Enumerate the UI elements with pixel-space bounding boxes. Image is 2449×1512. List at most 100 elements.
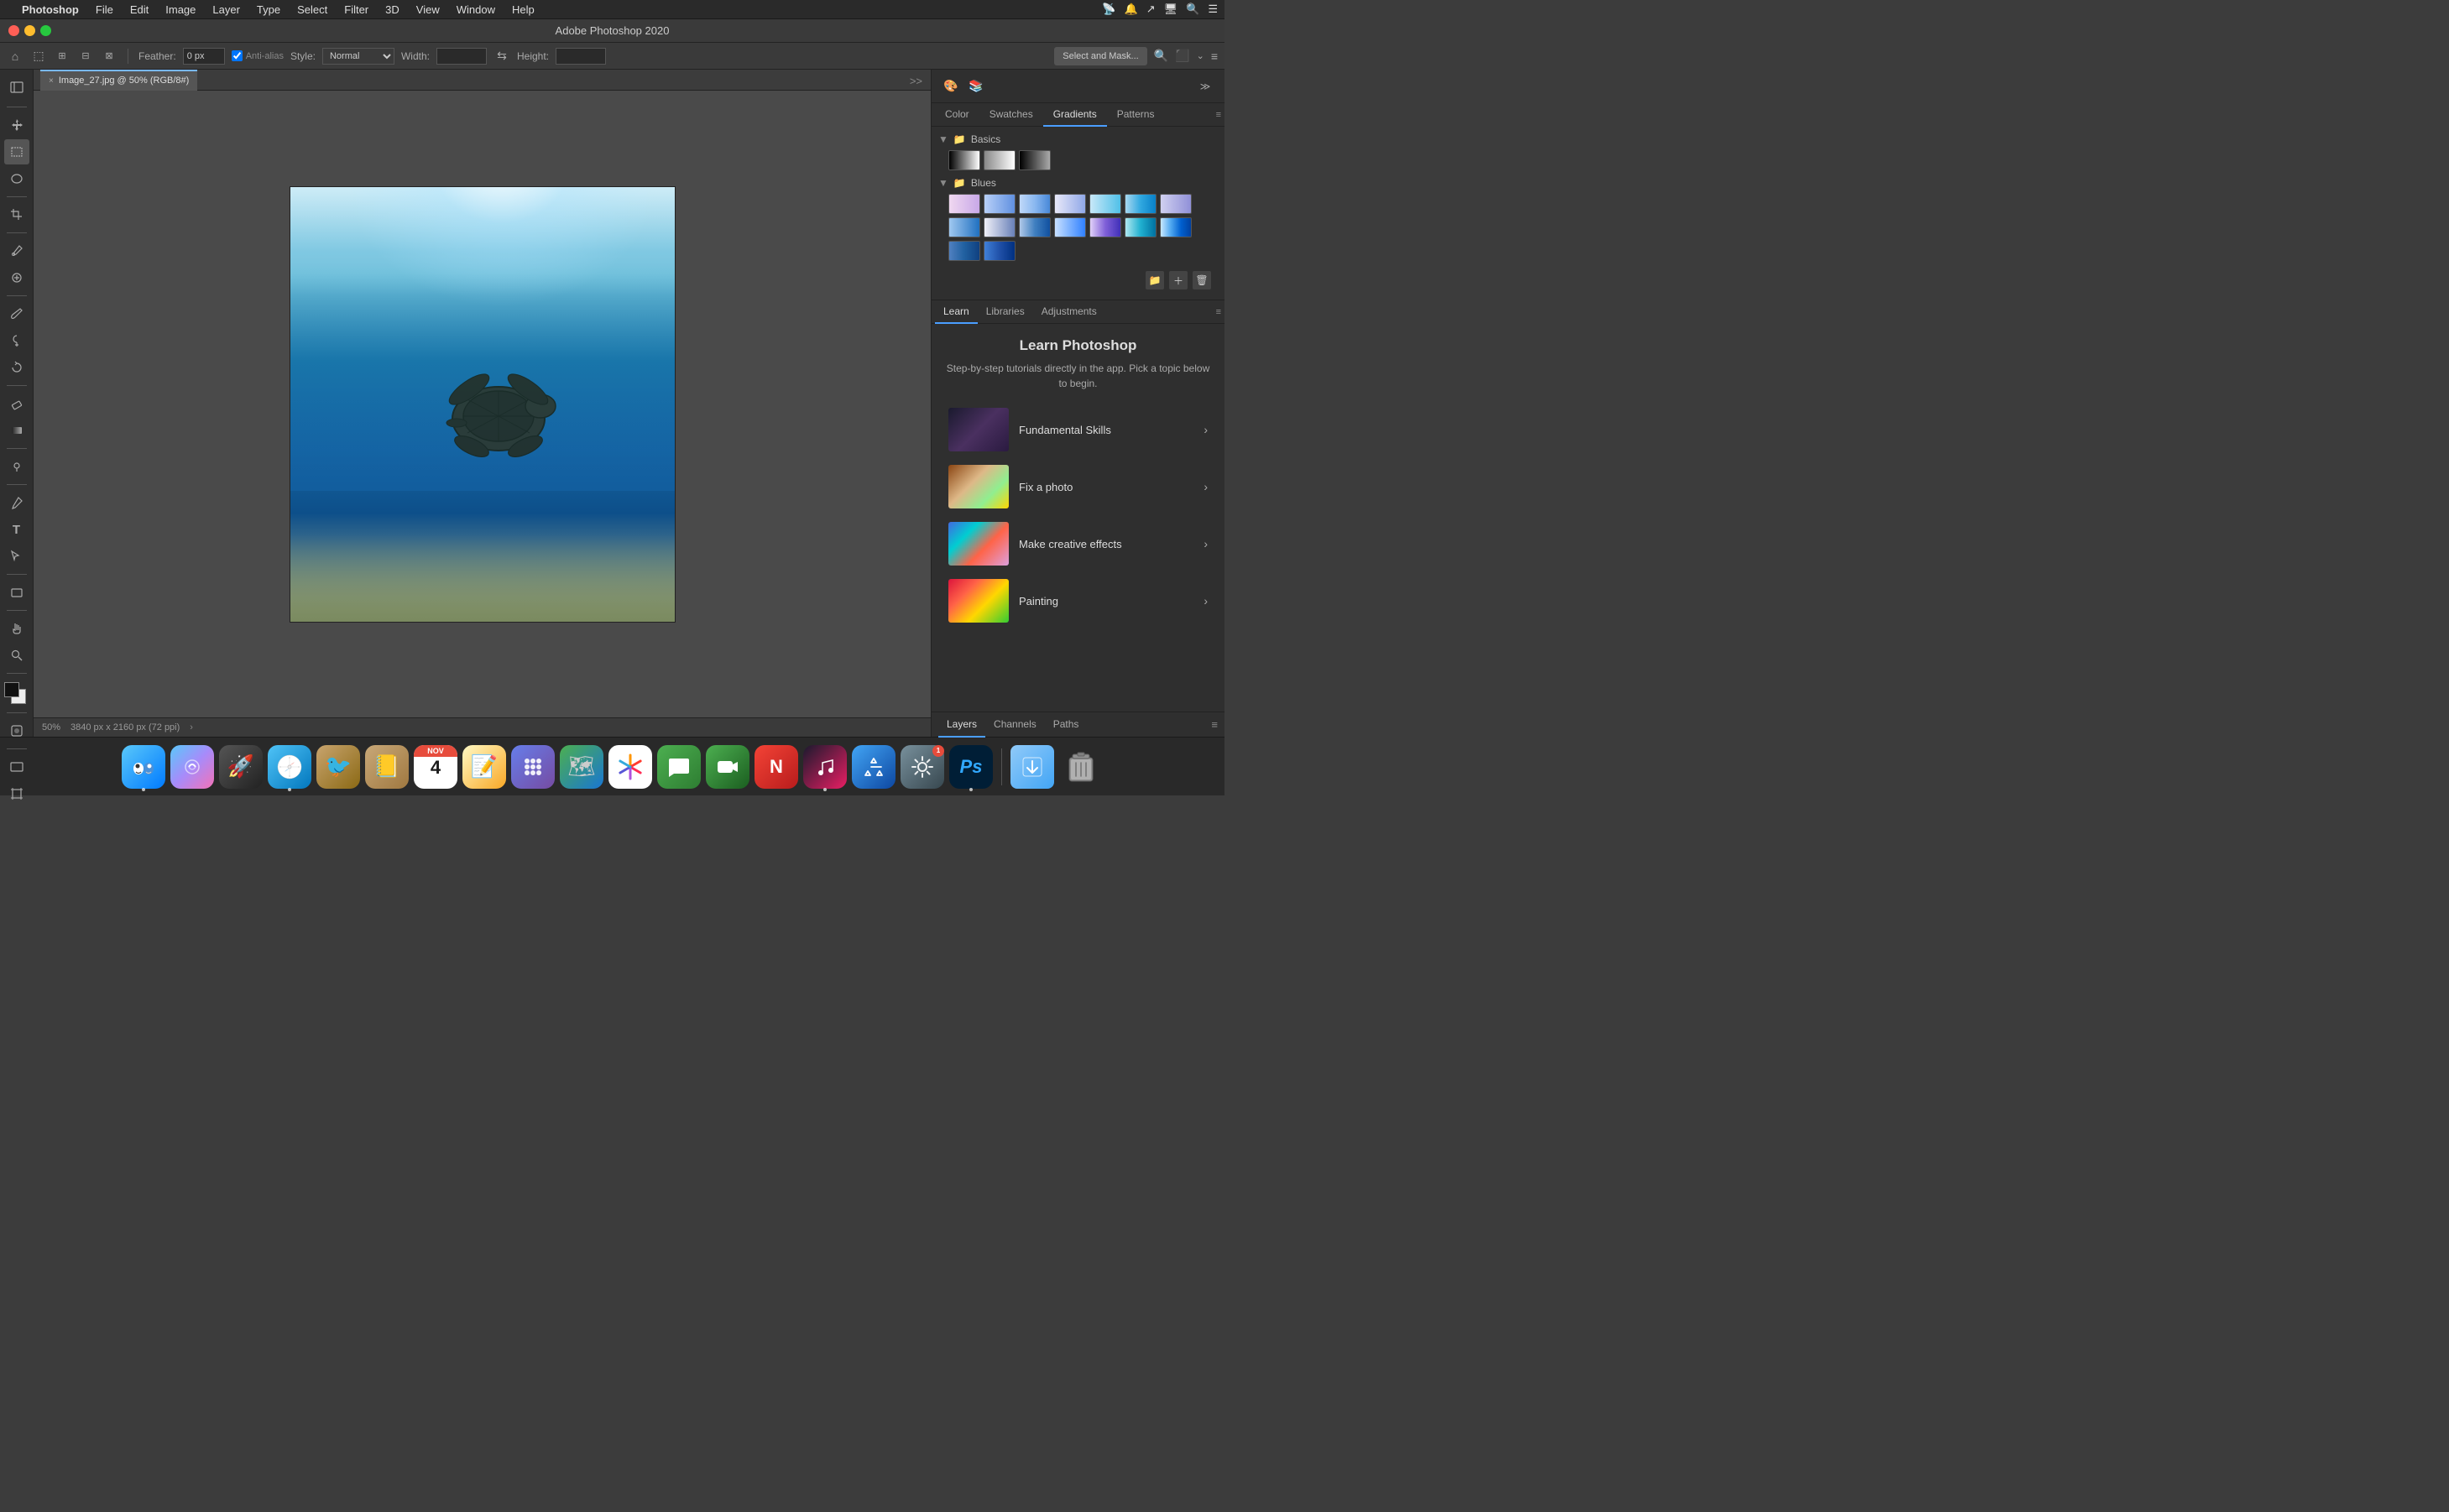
- gradient-swatch[interactable]: [984, 241, 1016, 261]
- tab-patterns[interactable]: Patterns: [1107, 103, 1165, 127]
- learn-card-fixphoto[interactable]: Fix a photo ›: [945, 461, 1211, 512]
- dock-music[interactable]: [803, 745, 847, 789]
- dock-photoshop[interactable]: Ps: [949, 745, 993, 789]
- canvas-wrapper[interactable]: [34, 91, 931, 717]
- dock-system-prefs[interactable]: 1: [901, 745, 944, 789]
- tool-crop[interactable]: [4, 202, 29, 227]
- workspace-icon[interactable]: ⬛: [1175, 49, 1189, 63]
- tool-shape[interactable]: [4, 580, 29, 605]
- workspace-expand-icon[interactable]: ⌄: [1197, 50, 1204, 61]
- tool-marquee[interactable]: [4, 139, 29, 164]
- tab-learn[interactable]: Learn: [935, 300, 978, 324]
- menu-help[interactable]: Help: [505, 2, 541, 18]
- gradient-swatch[interactable]: [948, 150, 980, 170]
- dock-launchpad-2[interactable]: [511, 745, 555, 789]
- menu-3d[interactable]: 3D: [379, 2, 406, 18]
- dock-safari[interactable]: [268, 745, 311, 789]
- menu-type[interactable]: Type: [250, 2, 287, 18]
- spotlight-icon[interactable]: 🔍: [1186, 3, 1199, 16]
- tab-channels[interactable]: Channels: [985, 712, 1045, 738]
- menu-image[interactable]: Image: [159, 2, 202, 18]
- tool-eraser[interactable]: [4, 391, 29, 416]
- gradient-swatch[interactable]: [1160, 217, 1192, 237]
- anti-alias-checkbox[interactable]: [232, 50, 243, 61]
- dock-finder[interactable]: [122, 745, 165, 789]
- dock-photos[interactable]: [608, 745, 652, 789]
- gradient-swatch[interactable]: [1125, 194, 1157, 214]
- status-arrow[interactable]: ›: [190, 722, 193, 733]
- airplay-icon[interactable]: ↗: [1146, 3, 1156, 16]
- panel-library-icon[interactable]: 📚: [963, 74, 989, 99]
- dock-messages[interactable]: [657, 745, 701, 789]
- foreground-color-swatch[interactable]: [4, 682, 19, 697]
- home-icon[interactable]: ⌂: [7, 48, 23, 65]
- gradient-delete-button[interactable]: 🗑: [1193, 271, 1211, 289]
- gradient-swatch[interactable]: [984, 217, 1016, 237]
- tab-layers[interactable]: Layers: [938, 712, 985, 738]
- tool-history-brush[interactable]: [4, 355, 29, 380]
- height-input[interactable]: [556, 48, 606, 65]
- gradient-swatch[interactable]: [1125, 217, 1157, 237]
- layers-panel-menu-icon[interactable]: ≡: [1211, 718, 1218, 731]
- tool-brush[interactable]: [4, 301, 29, 326]
- gradient-swatch[interactable]: [1160, 194, 1192, 214]
- dock-news[interactable]: N: [755, 745, 798, 789]
- gradient-swatch[interactable]: [948, 217, 980, 237]
- basics-header[interactable]: ▼ 📁 Basics: [938, 133, 1218, 145]
- learn-card-painting[interactable]: Painting ›: [945, 576, 1211, 626]
- style-select[interactable]: Normal Fixed Ratio Fixed Size: [322, 48, 394, 65]
- tab-swatches[interactable]: Swatches: [979, 103, 1043, 127]
- tool-screen-mode[interactable]: [4, 754, 29, 779]
- anti-alias-check[interactable]: Anti-alias: [232, 50, 284, 61]
- menu-view[interactable]: View: [410, 2, 446, 18]
- menu-file[interactable]: File: [89, 2, 120, 18]
- subtract-selection-icon[interactable]: ⊟: [77, 48, 94, 65]
- tab-libraries[interactable]: Libraries: [978, 300, 1033, 324]
- select-and-mask-button[interactable]: Select and Mask...: [1054, 47, 1147, 65]
- close-button[interactable]: [8, 25, 19, 36]
- tool-gradient-fill[interactable]: [4, 418, 29, 443]
- learn-card-fundamental[interactable]: Fundamental Skills ›: [945, 404, 1211, 455]
- dock-appstore[interactable]: [852, 745, 896, 789]
- panel-color-icon[interactable]: 🎨: [938, 74, 963, 99]
- panel-toggle-button[interactable]: [4, 75, 29, 100]
- gradient-swatch[interactable]: [1054, 194, 1086, 214]
- gradient-swatch[interactable]: [948, 194, 980, 214]
- dock-maps[interactable]: 🗺: [560, 745, 603, 789]
- dock-launchpad[interactable]: 🚀: [219, 745, 263, 789]
- menu-photoshop[interactable]: Photoshop: [15, 2, 86, 18]
- tab-gradients[interactable]: Gradients: [1043, 103, 1107, 127]
- dock-trash[interactable]: [1059, 745, 1103, 789]
- tool-healing[interactable]: [4, 265, 29, 290]
- tool-path-select[interactable]: [4, 544, 29, 569]
- tool-move[interactable]: [4, 112, 29, 138]
- swap-dimensions-icon[interactable]: ⇆: [493, 48, 510, 65]
- gradient-new-folder-button[interactable]: 📁: [1146, 271, 1164, 289]
- tab-scroll-hint[interactable]: >>: [910, 75, 922, 87]
- tool-dodge[interactable]: [4, 454, 29, 479]
- gradient-swatch[interactable]: [984, 150, 1016, 170]
- dock-siri[interactable]: [170, 745, 214, 789]
- tool-text[interactable]: T: [4, 517, 29, 542]
- width-input[interactable]: [436, 48, 487, 65]
- learn-card-creative[interactable]: Make creative effects ›: [945, 519, 1211, 569]
- menu-filter[interactable]: Filter: [337, 2, 375, 18]
- gradient-swatch[interactable]: [1089, 194, 1121, 214]
- tool-stamp[interactable]: [4, 328, 29, 353]
- menu-edit[interactable]: Edit: [123, 2, 155, 18]
- dock-facetime[interactable]: [706, 745, 749, 789]
- dock-contacts[interactable]: 📒: [365, 745, 409, 789]
- tab-color[interactable]: Color: [935, 103, 979, 127]
- dock-notes[interactable]: 📝: [462, 745, 506, 789]
- tool-hand[interactable]: [4, 616, 29, 641]
- menu-select[interactable]: Select: [290, 2, 334, 18]
- dock-downloads[interactable]: [1010, 745, 1054, 789]
- screen-share-icon[interactable]: 📡: [1102, 3, 1115, 16]
- notification-icon[interactable]: 🔔: [1125, 3, 1138, 16]
- blues-header[interactable]: ▼ 📁 Blues: [938, 177, 1218, 189]
- gradient-swatch[interactable]: [948, 241, 980, 261]
- gradient-panel-menu-icon[interactable]: ≡: [1216, 110, 1221, 120]
- tool-pen[interactable]: [4, 490, 29, 515]
- minimize-button[interactable]: [24, 25, 35, 36]
- maximize-button[interactable]: [40, 25, 51, 36]
